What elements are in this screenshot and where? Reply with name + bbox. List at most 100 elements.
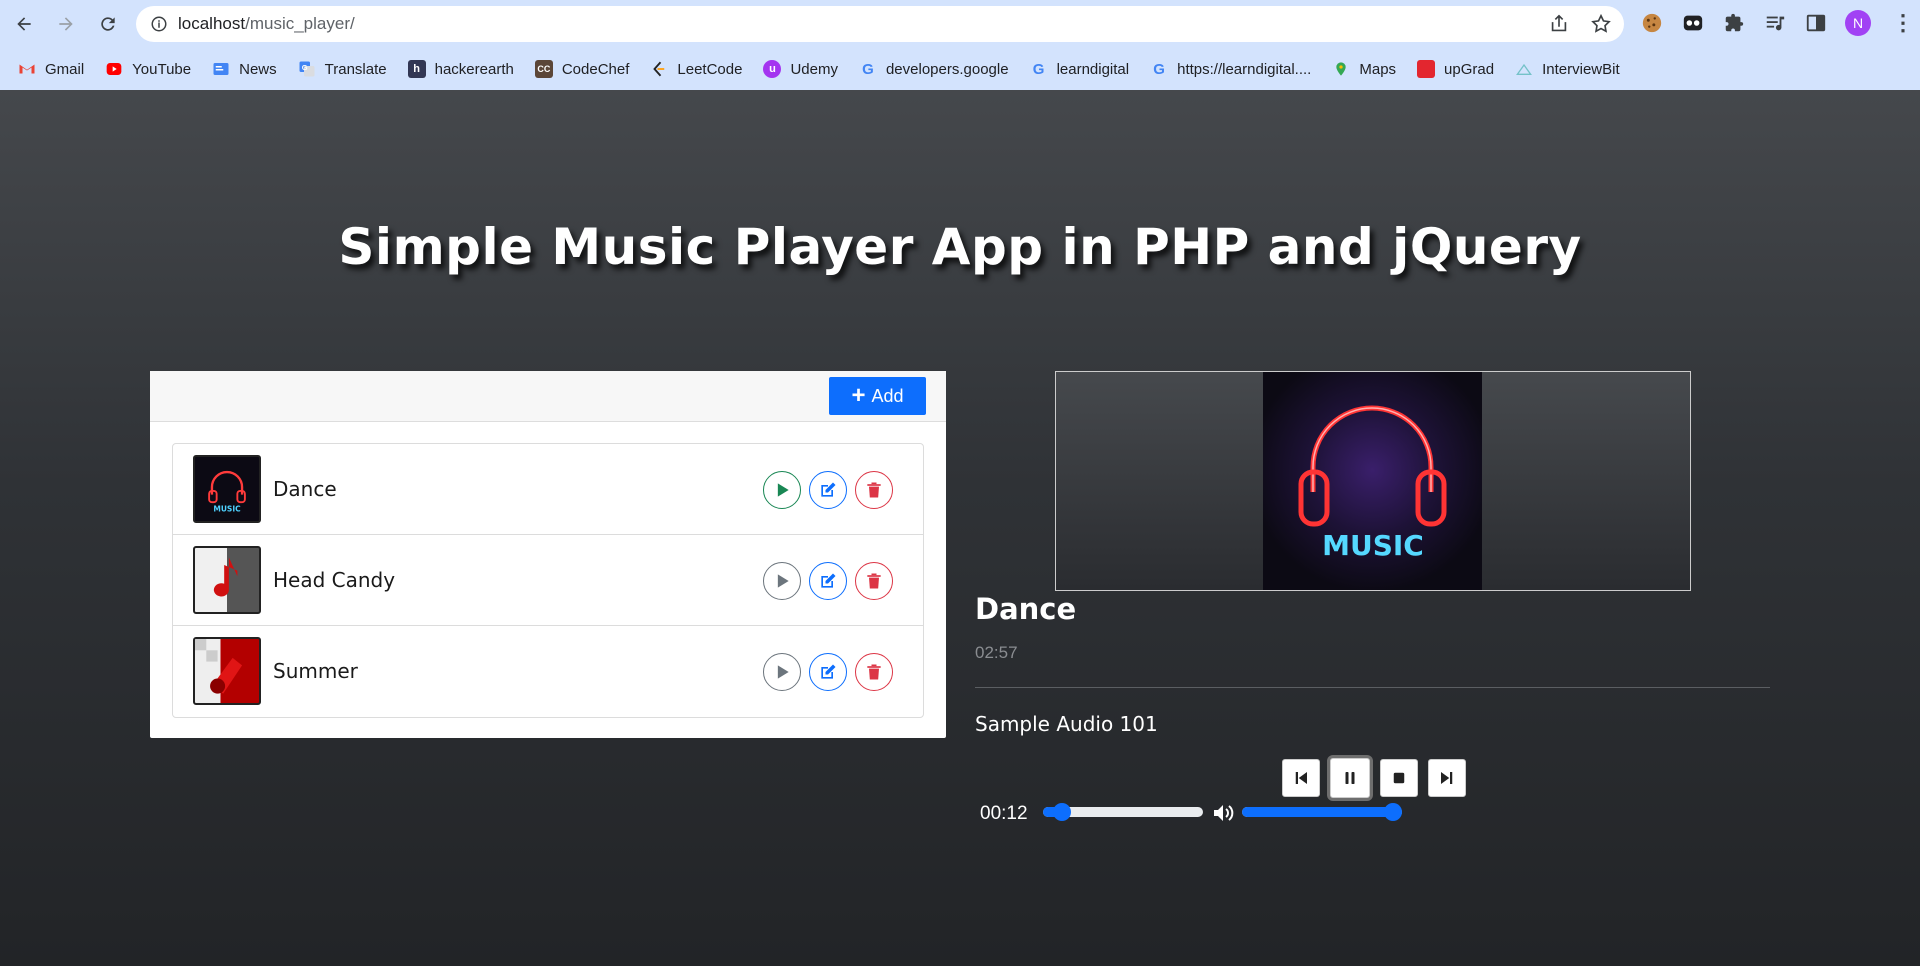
bookmark-developers-google[interactable]: G developers.google: [859, 60, 1008, 78]
cookie-extension-icon[interactable]: [1640, 11, 1664, 35]
previous-button[interactable]: [1282, 759, 1320, 797]
bookmark-youtube[interactable]: YouTube: [105, 60, 191, 78]
album-art-frame: MUSIC: [1055, 371, 1691, 591]
leetcode-icon: [650, 60, 668, 78]
edit-button[interactable]: [809, 562, 847, 600]
trash-icon: [867, 664, 881, 680]
music-title: Head Candy: [273, 568, 396, 592]
google-icon: G: [1153, 60, 1165, 78]
now-playing-description: Sample Audio 101: [975, 712, 1158, 736]
browser-toolbar: localhost/music_player/ N ⋮: [0, 0, 1920, 48]
stop-icon: [1393, 772, 1405, 784]
add-music-button[interactable]: + Add: [829, 377, 926, 415]
google-icon: G: [1032, 60, 1045, 78]
bookmark-maps[interactable]: Maps: [1332, 60, 1396, 78]
neon-headphones-thumbnail: MUSIC: [193, 455, 261, 523]
delete-button[interactable]: [855, 562, 893, 600]
address-bar[interactable]: localhost/music_player/: [136, 6, 1624, 42]
google-news-icon: [212, 60, 230, 78]
skip-previous-icon: [1295, 772, 1307, 784]
maps-icon: [1332, 60, 1350, 78]
share-icon[interactable]: [1548, 13, 1570, 35]
youtube-icon: [105, 60, 123, 78]
play-button[interactable]: [763, 562, 801, 600]
codechef-icon: CC: [534, 60, 553, 78]
google-icon: G: [862, 60, 874, 78]
extensions-puzzle-icon[interactable]: [1722, 11, 1746, 35]
browser-menu-icon[interactable]: ⋮: [1892, 10, 1914, 36]
page-title: Simple Music Player App in PHP and jQuer…: [338, 218, 1582, 276]
music-title: Summer: [273, 659, 358, 683]
delete-button[interactable]: [855, 653, 893, 691]
stop-button[interactable]: [1380, 759, 1418, 797]
reload-button[interactable]: [90, 6, 126, 42]
reload-icon: [101, 17, 115, 31]
music-list-card: Music List + Add MUSIC Dance Head Candy …: [150, 371, 946, 738]
media-queue-icon[interactable]: [1763, 11, 1787, 35]
music-list-item[interactable]: Summer: [173, 626, 923, 717]
bookmark-translate[interactable]: G Translate: [298, 60, 387, 78]
bookmarks-bar: Gmail YouTube News G Translate h hackere…: [0, 48, 1920, 90]
volume-slider[interactable]: [1242, 803, 1402, 821]
edit-icon: [821, 573, 836, 588]
music-list: MUSIC Dance Head Candy Summer: [172, 443, 924, 718]
play-icon: [777, 665, 789, 679]
bookmark-star-icon[interactable]: [1590, 13, 1612, 35]
delete-button[interactable]: [855, 471, 893, 509]
music-list-header: Music List + Add: [150, 371, 946, 422]
volume-fill: [1242, 807, 1393, 817]
bookmark-hackerearth[interactable]: h hackerearth: [407, 60, 514, 78]
pause-button[interactable]: [1330, 758, 1370, 798]
arrow-left-icon: [17, 17, 31, 31]
bookmark-news[interactable]: News: [212, 60, 277, 78]
music-title: Dance: [273, 477, 337, 501]
edit-icon: [821, 482, 836, 497]
side-panel-icon[interactable]: [1804, 11, 1828, 35]
seek-handle[interactable]: [1052, 803, 1071, 821]
plus-icon: +: [851, 382, 866, 409]
edit-icon: [821, 664, 836, 679]
bookmark-interviewbit[interactable]: InterviewBit: [1515, 60, 1620, 78]
skip-next-icon: [1441, 772, 1453, 784]
hackerearth-icon: h: [407, 60, 426, 78]
music-list-item[interactable]: Head Candy: [173, 535, 923, 626]
next-button[interactable]: [1428, 759, 1466, 797]
music-list-title: Music List: [172, 385, 271, 409]
red-music-abstract-thumbnail: [193, 637, 261, 705]
edit-button[interactable]: [809, 471, 847, 509]
now-playing-duration: 02:57: [975, 643, 1018, 662]
udemy-icon: u: [763, 60, 782, 78]
svg-text:MUSIC: MUSIC: [213, 505, 241, 514]
current-time: 00:12: [980, 803, 1028, 824]
upgrad-icon: [1417, 60, 1436, 78]
album-art: MUSIC: [1263, 372, 1482, 590]
url-text: localhost/music_player/: [178, 14, 355, 33]
seek-slider[interactable]: [1043, 803, 1203, 821]
music-list-item[interactable]: MUSIC Dance: [173, 444, 923, 535]
bookmark-codechef[interactable]: CC CodeChef: [534, 60, 629, 78]
volume-handle[interactable]: [1384, 803, 1402, 821]
bookmark-leetcode[interactable]: LeetCode: [650, 60, 742, 78]
play-icon: [777, 483, 789, 497]
back-button[interactable]: [6, 6, 42, 42]
forward-button[interactable]: [48, 6, 84, 42]
info-icon[interactable]: [150, 15, 168, 33]
bookmark-learndigital-url[interactable]: G https://learndigital....: [1150, 60, 1311, 78]
bookmark-learndigital[interactable]: G learndigital: [1030, 60, 1129, 78]
now-playing-title: Dance: [975, 592, 1077, 626]
edit-button[interactable]: [809, 653, 847, 691]
translate-icon: G: [298, 60, 316, 78]
profile-avatar[interactable]: N: [1845, 10, 1871, 36]
interviewbit-icon: [1515, 60, 1533, 78]
bookmark-gmail[interactable]: Gmail: [18, 60, 84, 78]
player-divider: [975, 687, 1770, 688]
bookmark-udemy[interactable]: u Udemy: [763, 60, 838, 78]
gmail-icon: [18, 60, 36, 78]
play-button[interactable]: [763, 471, 801, 509]
bookmark-upgrad[interactable]: upGrad: [1417, 60, 1494, 78]
volume-icon[interactable]: [1212, 802, 1236, 824]
play-button[interactable]: [763, 653, 801, 691]
pause-icon: [1345, 772, 1355, 784]
mask-extension-icon[interactable]: [1681, 11, 1705, 35]
trash-icon: [867, 573, 881, 589]
